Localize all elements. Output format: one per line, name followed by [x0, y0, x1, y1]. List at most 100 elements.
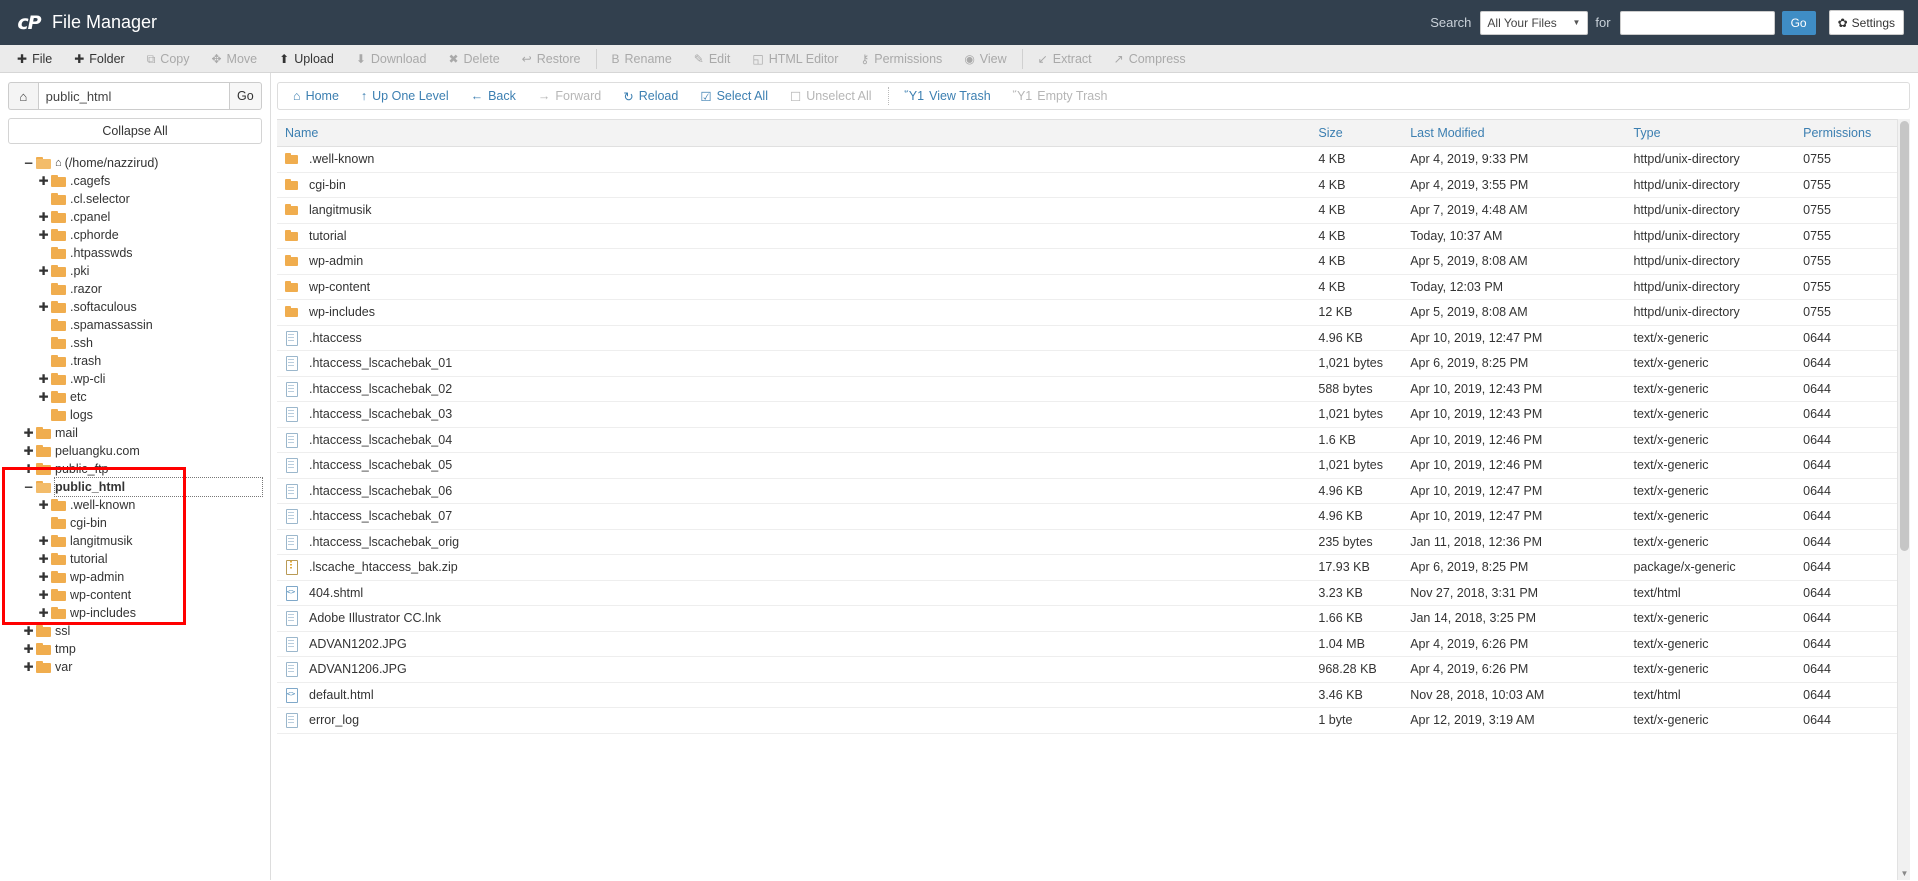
nav-up-one-level-button[interactable]: ↑ Up One Level	[350, 83, 460, 109]
column-header-last-modified[interactable]: Last Modified	[1402, 120, 1625, 147]
table-row[interactable]: .htaccess_lscachebak_01 1,021 bytes Apr 6,…	[277, 351, 1910, 377]
expand-toggle-icon[interactable]: ✚	[22, 460, 35, 478]
tree-node-public_html[interactable]: − public_html	[8, 478, 262, 496]
tree-node-mail[interactable]: ✚ mail	[8, 424, 262, 442]
cell-name[interactable]: error_log	[277, 708, 1310, 734]
cell-name[interactable]: .well-known	[277, 147, 1310, 173]
nav-home-button[interactable]: ⌂ Home	[282, 83, 350, 109]
home-icon[interactable]: ⌂	[8, 82, 38, 110]
expand-toggle-icon[interactable]: ✚	[22, 658, 35, 676]
cell-name[interactable]: cgi-bin	[277, 172, 1310, 198]
table-row[interactable]: 404.shtml 3.23 KBNov 27, 2018, 3:31 PMtex…	[277, 580, 1910, 606]
tree-node-.trash[interactable]: +.trash	[8, 352, 262, 370]
expand-toggle-icon[interactable]: ✚	[22, 442, 35, 460]
expand-toggle-icon[interactable]: ✚	[37, 532, 50, 550]
tree-node-peluangku.com[interactable]: ✚ peluangku.com	[8, 442, 262, 460]
cell-name[interactable]: .htaccess_lscachebak_06	[277, 478, 1310, 504]
cell-name[interactable]: .htaccess_lscachebak_03	[277, 402, 1310, 428]
tree-node-.spamassassin[interactable]: +.spamassassin	[8, 316, 262, 334]
expand-toggle-icon[interactable]: ✚	[22, 622, 35, 640]
cell-name[interactable]: langitmusik	[277, 198, 1310, 224]
tree-node-ssl[interactable]: ✚ ssl	[8, 622, 262, 640]
path-go-button[interactable]: Go	[230, 82, 262, 110]
cell-name[interactable]: .htaccess_lscachebak_01	[277, 351, 1310, 377]
cell-name[interactable]: .htaccess_lscachebak_04	[277, 427, 1310, 453]
expand-toggle-icon[interactable]: ✚	[22, 640, 35, 658]
expand-toggle-icon[interactable]: ✚	[37, 226, 50, 244]
toolbar-file-button[interactable]: ✚ File	[6, 45, 63, 72]
table-row[interactable]: error_log 1 byte Apr 12, 2019, 3:19 AM text…	[277, 708, 1910, 734]
tree-node-.wp-cli[interactable]: ✚ .wp-cli	[8, 370, 262, 388]
nav-view-trash-button[interactable]: Ὕ1 View Trash	[894, 83, 1002, 109]
tree-node-.cl.selector[interactable]: +.cl.selector	[8, 190, 262, 208]
settings-button[interactable]: ✿ Settings	[1829, 10, 1904, 35]
column-header-type[interactable]: Type	[1625, 120, 1795, 147]
table-row[interactable]: Adobe Illustrator CC.lnk 1.66 KB Jan 14, 2…	[277, 606, 1910, 632]
toolbar-folder-button[interactable]: ✚ Folder	[63, 45, 136, 72]
tree-node-.htpasswds[interactable]: +.htpasswds	[8, 244, 262, 262]
cell-name[interactable]: wp-content	[277, 274, 1310, 300]
expand-toggle-icon[interactable]: ✚	[37, 208, 50, 226]
tree-node-.cphorde[interactable]: ✚ .cphorde	[8, 226, 262, 244]
tree-node-tmp[interactable]: ✚ tmp	[8, 640, 262, 658]
tree-node-.razor[interactable]: +.razor	[8, 280, 262, 298]
table-row[interactable]: .htaccess_lscachebak_04 1.6 KB Apr 10, 201…	[277, 427, 1910, 453]
expand-toggle-icon[interactable]: ✚	[37, 586, 50, 604]
expand-toggle-icon[interactable]: ✚	[37, 172, 50, 190]
search-scope-select[interactable]: All Your Files ▼	[1480, 11, 1588, 35]
toolbar-upload-button[interactable]: ⬆ Upload	[268, 45, 345, 72]
cell-name[interactable]: wp-admin	[277, 249, 1310, 275]
table-row[interactable]: .htaccess 4.96 KB Apr 10, 2019, 12:47 PM te…	[277, 325, 1910, 351]
table-row[interactable]: .htaccess_lscachebak_05 1,021 bytes Apr 10…	[277, 453, 1910, 479]
cell-name[interactable]: tutorial	[277, 223, 1310, 249]
expand-toggle-icon[interactable]: ✚	[37, 568, 50, 586]
tree-node-.softaculous[interactable]: ✚ .softaculous	[8, 298, 262, 316]
path-input[interactable]	[38, 82, 230, 110]
nav-reload-button[interactable]: ↻ Reload	[612, 83, 689, 109]
column-header-name[interactable]: Name	[277, 120, 1310, 147]
expand-toggle-icon[interactable]: ✚	[37, 496, 50, 514]
tree-node-public_ftp[interactable]: ✚ public_ftp	[8, 460, 262, 478]
table-row[interactable]: ADVAN1206.JPG 968.28 KB Apr 4, 2019, 6:26 …	[277, 657, 1910, 683]
cell-name[interactable]: ADVAN1206.JPG	[277, 657, 1310, 683]
table-row[interactable]: .htaccess_lscachebak_02 588 bytes Apr 10, …	[277, 376, 1910, 402]
expand-toggle-icon[interactable]: ✚	[37, 388, 50, 406]
expand-toggle-icon[interactable]: ✚	[37, 550, 50, 568]
cell-name[interactable]: .htaccess_lscachebak_02	[277, 376, 1310, 402]
expand-toggle-icon[interactable]: ✚	[37, 298, 50, 316]
tree-node-langitmusik[interactable]: ✚ langitmusik	[8, 532, 262, 550]
search-go-button[interactable]: Go	[1782, 11, 1816, 35]
column-header-size[interactable]: Size	[1310, 120, 1402, 147]
collapse-all-button[interactable]: Collapse All	[8, 118, 262, 144]
tree-node-.well-known[interactable]: ✚ .well-known	[8, 496, 262, 514]
nav-back-button[interactable]: ← Back	[460, 83, 527, 109]
table-row[interactable]: .htaccess_lscachebak_orig 235 bytes Jan 11…	[277, 529, 1910, 555]
cell-name[interactable]: 404.shtml	[277, 580, 1310, 606]
column-header-permissions[interactable]: Permissions	[1795, 120, 1910, 147]
tree-node-.pki[interactable]: ✚ .pki	[8, 262, 262, 280]
cell-name[interactable]: wp-includes	[277, 300, 1310, 326]
expand-toggle-icon[interactable]: ✚	[37, 604, 50, 622]
expand-toggle-icon[interactable]: ✚	[22, 424, 35, 442]
table-row[interactable]: .htaccess_lscachebak_06 4.96 KB Apr 10, 20…	[277, 478, 1910, 504]
table-row[interactable]: .well-known 4 KB Apr 4, 2019, 9:33 PM httpd…	[277, 147, 1910, 173]
tree-node-wp-content[interactable]: ✚ wp-content	[8, 586, 262, 604]
cell-name[interactable]: ADVAN1202.JPG	[277, 631, 1310, 657]
collapse-toggle-icon[interactable]: −	[22, 154, 35, 172]
vertical-scrollbar[interactable]: ▲ ▼	[1897, 119, 1910, 880]
scroll-down-arrow-icon[interactable]: ▼	[1898, 867, 1910, 880]
cell-name[interactable]: .htaccess_lscachebak_05	[277, 453, 1310, 479]
cell-name[interactable]: .lscache_htaccess_bak.zip	[277, 555, 1310, 581]
table-row[interactable]: tutorial 4 KB Today, 10:37 AM httpd/unix-di…	[277, 223, 1910, 249]
table-row[interactable]: wp-includes 12 KB Apr 5, 2019, 8:08 AM http…	[277, 300, 1910, 326]
cell-name[interactable]: .htaccess_lscachebak_orig	[277, 529, 1310, 555]
tree-node-.ssh[interactable]: +.ssh	[8, 334, 262, 352]
nav-select-all-button[interactable]: ☑ Select All	[689, 83, 779, 109]
expand-toggle-icon[interactable]: ✚	[37, 370, 50, 388]
tree-node-tutorial[interactable]: ✚ tutorial	[8, 550, 262, 568]
search-input[interactable]	[1620, 11, 1775, 35]
table-row[interactable]: wp-admin 4 KB Apr 5, 2019, 8:08 AM httpd/un…	[277, 249, 1910, 275]
table-row[interactable]: wp-content 4 KB Today, 12:03 PM httpd/unix-…	[277, 274, 1910, 300]
tree-node-homenazzirud[interactable]: − ⌂ (/home/nazzirud)	[8, 154, 262, 172]
table-row[interactable]: .lscache_htaccess_bak.zip 17.93 KB Apr 6, …	[277, 555, 1910, 581]
